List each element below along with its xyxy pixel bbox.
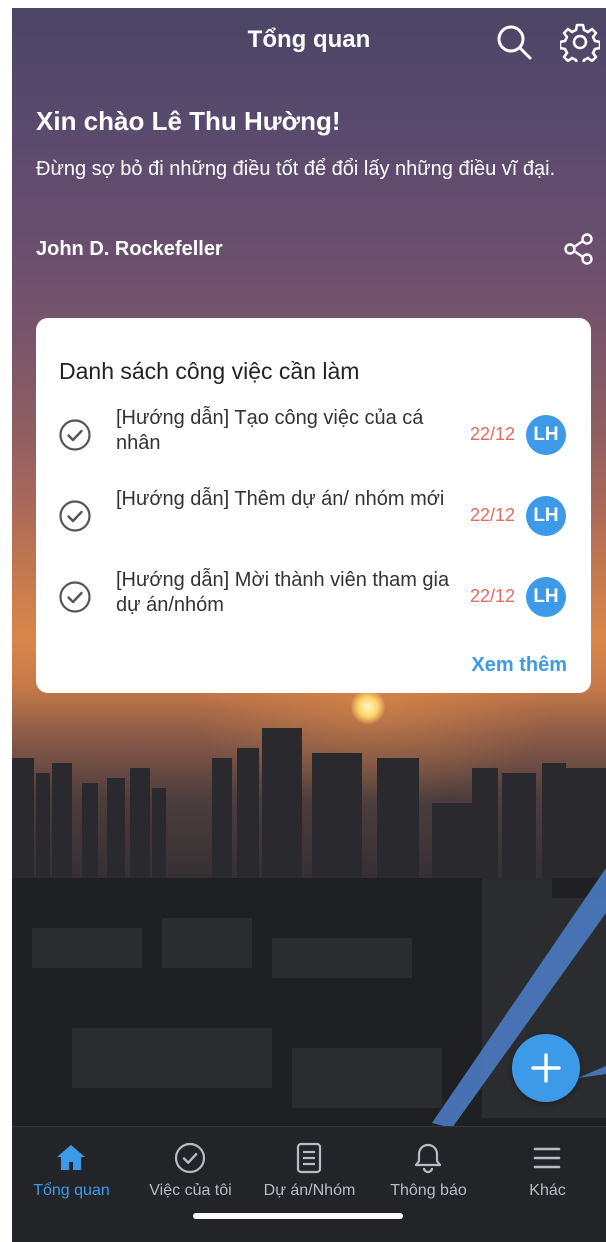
task-due-date: 22/12 xyxy=(470,424,516,444)
clipboard-icon xyxy=(296,1142,322,1174)
see-more-link[interactable]: Xem thêm xyxy=(471,654,567,677)
task-due-date: 22/12 xyxy=(470,586,516,606)
gear-icon[interactable] xyxy=(560,22,600,62)
task-item[interactable]: [Hướng dẫn] Mời thành viên tham gia dự á… xyxy=(36,568,591,638)
add-button[interactable] xyxy=(512,1034,580,1102)
check-circle-icon[interactable] xyxy=(58,418,92,452)
tab-notifications[interactable]: Thông báo xyxy=(369,1127,488,1207)
check-circle-icon[interactable] xyxy=(58,499,92,533)
todo-card-title: Danh sách công việc cần làm xyxy=(59,358,360,384)
check-circle-icon xyxy=(174,1142,206,1174)
bottom-tab-bar: Tổng quan Việc của tôi Dự án/Nhóm Thông … xyxy=(12,1126,606,1242)
assignee-avatar: LH xyxy=(526,496,566,536)
task-title: [Hướng dẫn] Mời thành viên tham gia dự á… xyxy=(116,569,450,616)
share-icon[interactable] xyxy=(562,232,596,266)
app-screen: Tổng quan Xin chào Lê Thu Hường! Đừng sợ… xyxy=(12,8,606,1242)
tab-label: Khác xyxy=(529,1182,566,1199)
plus-icon xyxy=(531,1053,561,1083)
tab-label: Tổng quan xyxy=(33,1182,110,1199)
check-circle-icon[interactable] xyxy=(58,580,92,614)
task-due-date: 22/12 xyxy=(470,505,516,525)
tab-label: Việc của tôi xyxy=(149,1182,232,1199)
assignee-avatar: LH xyxy=(526,415,566,455)
task-title: [Hướng dẫn] Thêm dự án/ nhóm mới xyxy=(116,488,445,510)
quote-author: John D. Rockefeller xyxy=(36,238,223,260)
tab-label: Thông báo xyxy=(390,1182,467,1199)
bell-icon xyxy=(414,1143,442,1174)
greeting-heading: Xin chào Lê Thu Hường! xyxy=(36,106,341,136)
task-title: [Hướng dẫn] Tạo công việc của cá nhân xyxy=(116,407,424,454)
sun xyxy=(351,690,385,724)
home-icon xyxy=(57,1145,85,1170)
tab-overview[interactable]: Tổng quan xyxy=(12,1127,131,1207)
quote-text: Đừng sợ bỏ đi những điều tốt để đổi lấy … xyxy=(36,158,556,180)
home-indicator xyxy=(193,1213,403,1219)
tab-my-tasks[interactable]: Việc của tôi xyxy=(131,1127,250,1207)
todo-card: Danh sách công việc cần làm [Hướng dẫn] … xyxy=(36,318,591,693)
tab-projects[interactable]: Dự án/Nhóm xyxy=(250,1127,369,1207)
assignee-avatar: LH xyxy=(526,577,566,617)
task-item[interactable]: [Hướng dẫn] Thêm dự án/ nhóm mới 22/12 L… xyxy=(36,487,591,557)
top-bar: Tổng quan xyxy=(12,8,606,78)
search-icon[interactable] xyxy=(494,22,534,62)
menu-icon xyxy=(533,1147,561,1169)
tab-label: Dự án/Nhóm xyxy=(263,1182,356,1199)
tab-more[interactable]: Khác xyxy=(488,1127,606,1207)
task-item[interactable]: [Hướng dẫn] Tạo công việc của cá nhân 22… xyxy=(36,406,591,476)
